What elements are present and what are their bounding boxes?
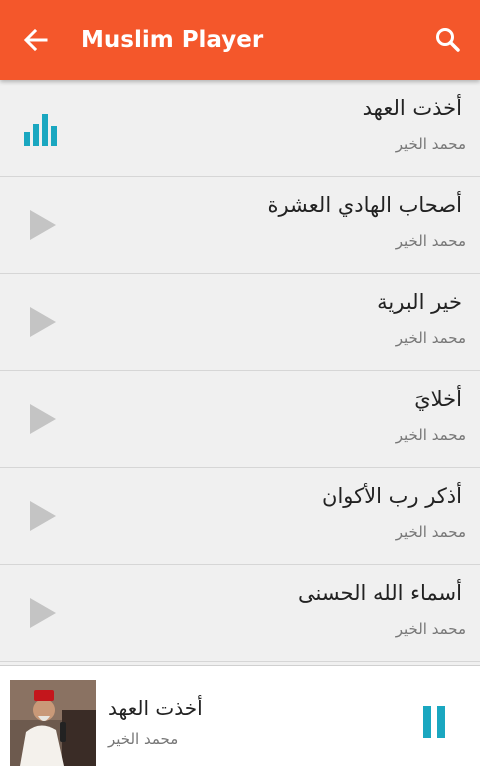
album-art[interactable] [10,680,96,766]
album-art-image [10,680,96,766]
track-row[interactable]: خير البرية محمد الخير [0,274,480,371]
track-list: أخذت العهد محمد الخير أصحاب الهادي العشر… [0,80,480,662]
play-icon[interactable] [30,307,56,337]
track-title: أسماء الله الحسنى [297,581,462,605]
search-icon [436,28,460,52]
equalizer-icon [24,114,57,146]
track-row[interactable]: أذكر رب الأكوان محمد الخير [0,468,480,565]
track-row[interactable]: أخذت العهد محمد الخير [0,80,480,177]
app-bar: Muslim Player [0,0,480,80]
play-icon[interactable] [30,404,56,434]
back-button[interactable] [16,20,56,60]
arrow-back-icon [23,28,48,52]
track-artist: محمد الخير [395,426,466,444]
track-title: أصحاب الهادي العشرة [267,193,462,217]
track-artist: محمد الخير [395,523,466,541]
track-title: أذكر رب الأكوان [322,484,462,508]
pause-button[interactable] [414,702,454,742]
play-icon[interactable] [30,598,56,628]
track-title: خير البرية [377,290,462,314]
search-button[interactable] [428,20,468,60]
track-artist: محمد الخير [395,329,466,347]
track-title: أخذت العهد [362,96,462,120]
track-artist: محمد الخير [395,135,466,153]
now-playing-title: أخذت العهد [108,696,203,720]
track-row[interactable]: أصحاب الهادي العشرة محمد الخير [0,177,480,274]
track-title: أخلايَ [414,387,462,411]
play-icon[interactable] [30,501,56,531]
track-row[interactable]: أسماء الله الحسنى محمد الخير [0,565,480,662]
now-playing-artist: محمد الخير [108,730,179,748]
track-row[interactable]: أخلايَ محمد الخير [0,371,480,468]
play-icon[interactable] [30,210,56,240]
track-artist: محمد الخير [395,620,466,638]
now-playing-bar[interactable]: أخذت العهد محمد الخير [0,665,480,772]
track-artist: محمد الخير [395,232,466,250]
app-title: Muslim Player [81,27,264,53]
pause-icon [423,706,445,738]
